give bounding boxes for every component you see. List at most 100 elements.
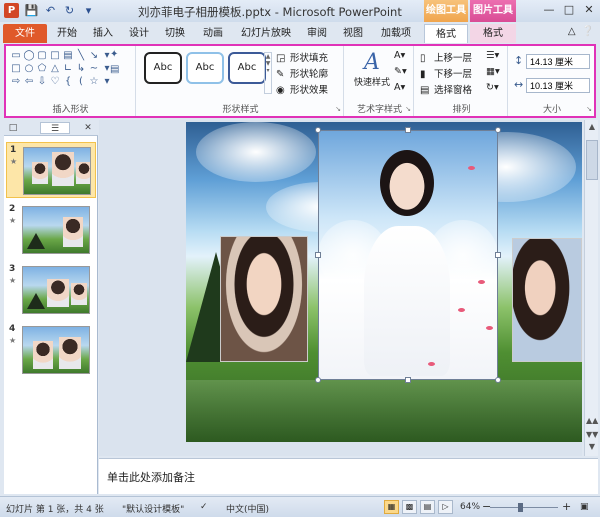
shape-fill-button[interactable]: ◲ 形状填充 xyxy=(276,50,328,64)
arrow-line-shape-icon[interactable]: ↘ xyxy=(88,50,100,62)
text-effects-button[interactable]: A▾ xyxy=(394,82,405,93)
previous-slide-icon[interactable]: ▲▲ xyxy=(586,416,598,425)
line-shape-icon[interactable]: ╲ xyxy=(75,50,87,62)
text-outline-button[interactable]: ✎▾ xyxy=(394,66,407,77)
redo-icon[interactable]: ↻ xyxy=(62,3,77,18)
scroll-up-icon[interactable]: ▲ xyxy=(586,122,598,131)
size-launcher-icon[interactable]: ↘ xyxy=(586,105,592,113)
resize-handle-left[interactable] xyxy=(315,252,321,258)
resize-handle-right[interactable] xyxy=(495,252,501,258)
zoom-slider-thumb[interactable] xyxy=(518,503,523,512)
text-fill-button[interactable]: A▾ xyxy=(394,50,405,61)
fit-to-window-icon[interactable]: ▣ xyxy=(580,502,589,512)
edit-shape-icon[interactable]: ✦ xyxy=(110,49,119,60)
customize-icon[interactable]: ▾ xyxy=(81,3,96,18)
heart-shape-icon[interactable]: ♡ xyxy=(49,76,61,88)
group-objects-button[interactable]: ▦▾ xyxy=(486,66,500,77)
tab-format-picture[interactable]: 格式 xyxy=(470,24,516,43)
slides-tab-icon[interactable]: □ xyxy=(6,122,20,134)
minimize-ribbon-icon[interactable]: △ xyxy=(568,26,576,37)
rect-shape-icon[interactable]: □ xyxy=(49,50,61,62)
bring-forward-button[interactable]: ▯ 上移一层 xyxy=(420,50,472,64)
slide-thumbnail-3[interactable]: 3 ★ xyxy=(6,262,96,318)
photo-center-angel[interactable] xyxy=(318,130,498,380)
resize-handle-bottom[interactable] xyxy=(405,377,411,383)
selection-pane-button[interactable]: ▤ 选择窗格 xyxy=(420,82,472,96)
shape-style-preset-3[interactable]: Abc xyxy=(228,52,266,84)
spell-check-icon[interactable]: ✓ xyxy=(200,502,208,512)
rotate-button[interactable]: ↻▾ xyxy=(486,82,499,93)
shape-effects-button[interactable]: ◉ 形状效果 xyxy=(276,82,328,96)
star-shape-icon[interactable]: ☆ xyxy=(88,76,100,88)
zoom-slider[interactable] xyxy=(490,507,558,508)
photo-right-portrait[interactable] xyxy=(512,238,582,362)
tab-format-drawing[interactable]: 格式 xyxy=(424,24,468,43)
shape-style-gallery-scroll[interactable]: ▲ ▼ ▾ xyxy=(264,52,272,94)
save-icon[interactable]: 💾 xyxy=(24,3,39,18)
circle-shape-icon[interactable]: ○ xyxy=(23,63,35,75)
scroll-thumb[interactable] xyxy=(586,140,598,180)
resize-handle-bottom-left[interactable] xyxy=(315,377,321,383)
wordart-launcher-icon[interactable]: ↘ xyxy=(405,105,411,113)
close-icon[interactable]: ✕ xyxy=(582,3,596,17)
shape-styles-launcher-icon[interactable]: ↘ xyxy=(335,105,341,113)
help-icon[interactable]: ❔ xyxy=(582,26,594,37)
tab-file[interactable]: 文件 xyxy=(3,24,47,43)
maximize-icon[interactable]: □ xyxy=(562,3,576,17)
tab-design[interactable]: 设计 xyxy=(124,24,154,43)
resize-handle-top-right[interactable] xyxy=(495,127,501,133)
shapes-gallery[interactable]: ▭ ◯ ▢ □ ▤ ╲ ↘ ▾ □ ○ ⬠ △ ∟ ↳ ∼ ▾ ⇨ ⇦ ⇩ ♡ … xyxy=(10,50,109,90)
minimize-icon[interactable]: — xyxy=(542,3,556,17)
text-box-shape-icon[interactable]: ▤ xyxy=(62,50,74,62)
curve-shape-icon[interactable]: ∼ xyxy=(88,63,100,75)
rectangle-shape-icon[interactable]: ▭ xyxy=(10,50,22,62)
oval-shape-icon[interactable]: ◯ xyxy=(23,50,35,62)
language-status[interactable]: 中文(中国) xyxy=(226,502,269,515)
resize-handle-bottom-right[interactable] xyxy=(495,377,501,383)
draw-textbox-icon[interactable]: ▤ xyxy=(110,64,119,75)
shape-style-preset-1[interactable]: Abc xyxy=(144,52,182,84)
reading-view-button[interactable]: ▤ xyxy=(420,500,435,514)
square-shape-icon[interactable]: □ xyxy=(10,63,22,75)
undo-icon[interactable]: ↶ xyxy=(43,3,58,18)
tab-view[interactable]: 视图 xyxy=(338,24,368,43)
pentagon-shape-icon[interactable]: ⬠ xyxy=(36,63,48,75)
tab-slideshow[interactable]: 幻灯片放映 xyxy=(236,24,296,43)
slide-thumbnail-1[interactable]: 1 ★ xyxy=(6,142,96,198)
slide-canvas[interactable] xyxy=(186,122,582,442)
slide-sorter-view-button[interactable]: ▩ xyxy=(402,500,417,514)
tab-transitions[interactable]: 切换 xyxy=(160,24,190,43)
connector-shape-icon[interactable]: ↳ xyxy=(75,63,87,75)
slide-thumbnail-4[interactable]: 4 ★ xyxy=(6,322,96,378)
tab-animations[interactable]: 动画 xyxy=(198,24,228,43)
zoom-in-icon[interactable]: + xyxy=(562,500,571,513)
brace-shape-icon[interactable]: { xyxy=(62,76,74,88)
triangle-shape-icon[interactable]: △ xyxy=(49,63,61,75)
close-pane-icon[interactable]: ✕ xyxy=(82,122,94,134)
shape-width-field[interactable] xyxy=(526,78,590,93)
powerpoint-app-icon[interactable]: P xyxy=(4,3,19,18)
shape-outline-button[interactable]: ✎ 形状轮廓 xyxy=(276,66,328,80)
scroll-down-icon[interactable]: ▼ xyxy=(586,442,598,451)
resize-handle-top-left[interactable] xyxy=(315,127,321,133)
zoom-level[interactable]: 64% xyxy=(460,502,480,512)
bracket-shape-icon[interactable]: ( xyxy=(75,76,87,88)
slide-vertical-scrollbar[interactable]: ▲ ▲▲ ▼▼ ▼ xyxy=(584,120,598,456)
send-backward-button[interactable]: ▮ 下移一层 xyxy=(420,66,472,80)
quick-styles-button[interactable]: A 快速样式 xyxy=(352,50,392,88)
tab-addins[interactable]: 加载项 xyxy=(376,24,416,43)
align-button[interactable]: ☰▾ xyxy=(486,50,499,61)
down-arrow-shape-icon[interactable]: ⇩ xyxy=(36,76,48,88)
tab-home[interactable]: 开始 xyxy=(52,24,82,43)
normal-view-button[interactable]: ▦ xyxy=(384,500,399,514)
next-slide-icon[interactable]: ▼▼ xyxy=(586,430,598,439)
tab-insert[interactable]: 插入 xyxy=(88,24,118,43)
tab-review[interactable]: 审阅 xyxy=(302,24,332,43)
slideshow-view-button[interactable]: ▷ xyxy=(438,500,453,514)
right-arrow-shape-icon[interactable]: ⇨ xyxy=(10,76,22,88)
left-arrow-shape-icon[interactable]: ⇦ xyxy=(23,76,35,88)
letter-l-shape-icon[interactable]: ∟ xyxy=(62,63,74,75)
notes-pane[interactable]: 单击此处添加备注 xyxy=(99,458,598,494)
outline-tab-icon[interactable]: ☰ xyxy=(40,122,70,134)
resize-handle-top[interactable] xyxy=(405,127,411,133)
